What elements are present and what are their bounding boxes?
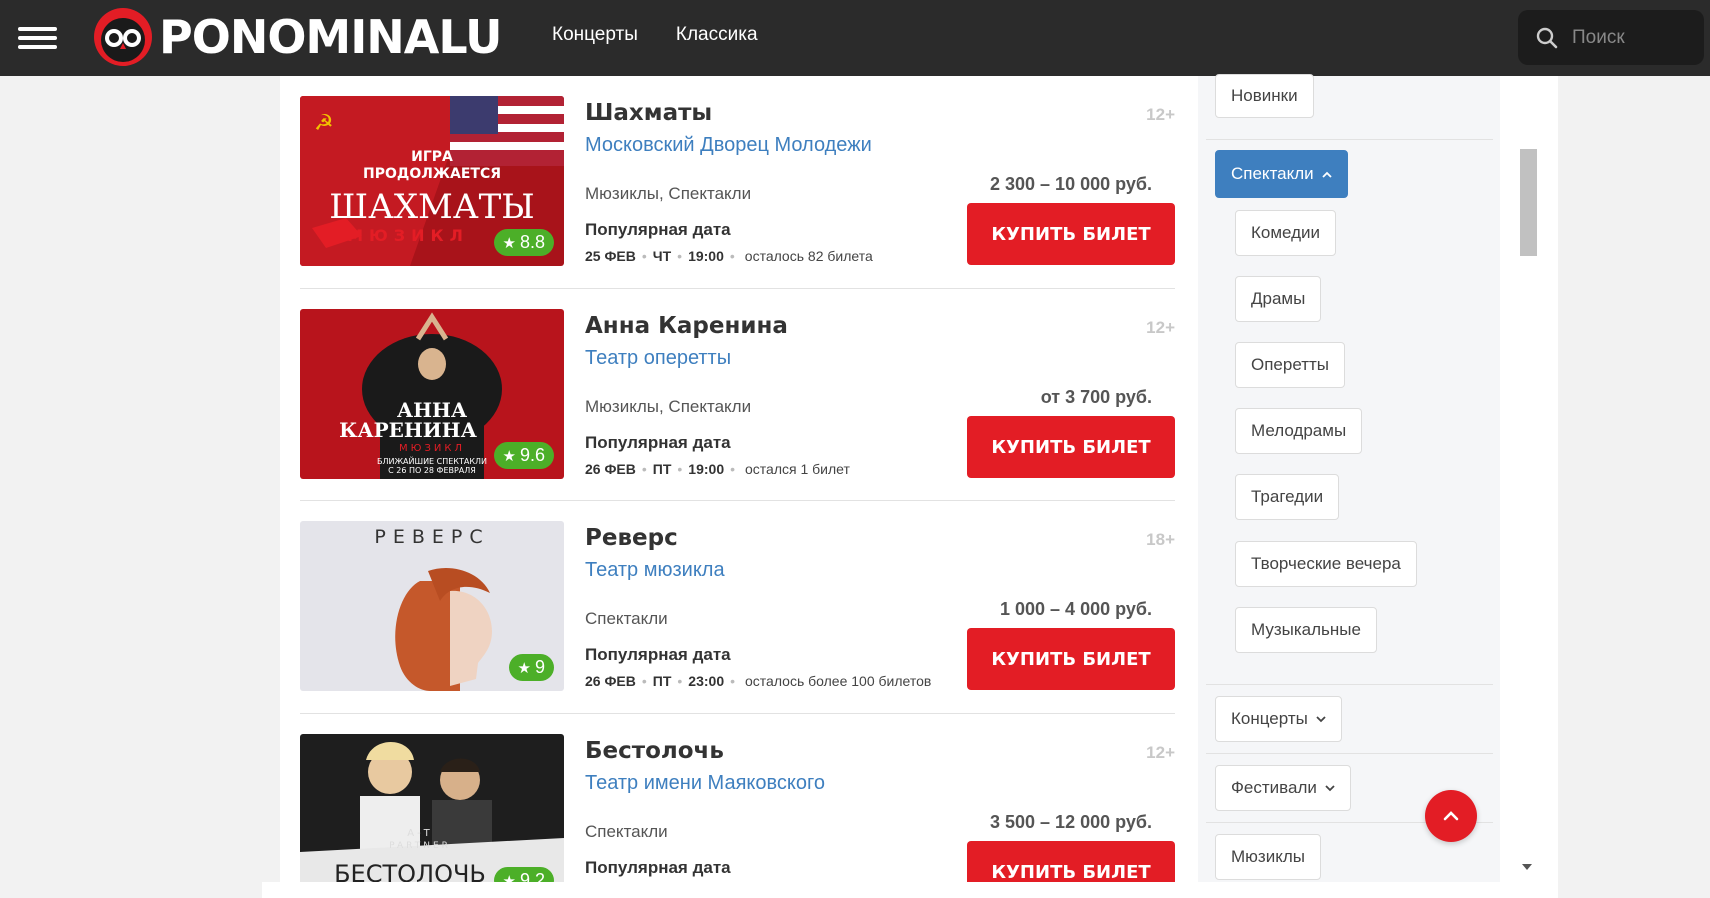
svg-text:ИГРА: ИГРА: [411, 149, 453, 165]
nav-concerts[interactable]: Концерты: [552, 24, 638, 46]
svg-text:ШАХМАТЫ: ШАХМАТЫ: [329, 187, 534, 227]
event-title[interactable]: Реверс: [585, 525, 678, 551]
popular-date-label: Популярная дата: [585, 645, 731, 664]
event-poster[interactable]: РЕВЕРС ★ 9: [300, 521, 564, 691]
event-poster[interactable]: А-Т PARTNER БЕСТОЛОЧЬ ★ 9.2: [300, 734, 564, 898]
filter-concerts[interactable]: Концерты: [1215, 696, 1342, 742]
age-rating: 18+: [1146, 530, 1175, 549]
chevron-up-icon: [1322, 171, 1332, 178]
chevron-down-icon: [1325, 784, 1335, 791]
rating-badge: ★ 9: [508, 654, 554, 681]
rating-badge: ★ 8.8: [493, 229, 554, 256]
filter-operettas[interactable]: Оперетты: [1235, 342, 1346, 388]
event-date-line: 26 ФЕВ • ПТ • 23:00 • осталось более 100 билет…: [585, 673, 932, 689]
divider: [1206, 753, 1493, 754]
divider: [300, 713, 1175, 714]
rating-badge: ★ 9.6: [493, 442, 554, 469]
filter-musicals[interactable]: Мюзиклы: [1215, 834, 1321, 880]
page-bottom-strip: [262, 882, 1538, 898]
chevron-down-icon: [1316, 715, 1326, 722]
svg-text:МЮЗИКЛ: МЮЗИКЛ: [347, 226, 469, 245]
event-venue-link[interactable]: Московский Дворец Молодежи: [585, 134, 872, 157]
filter-tragedies[interactable]: Трагедии: [1235, 474, 1340, 520]
event-title[interactable]: Шахматы: [585, 100, 712, 126]
category-sidebar: Новинки Спектакли Комедии Драмы Оперетты…: [1198, 74, 1500, 898]
logo[interactable]: PONOMINALU: [93, 6, 502, 68]
filter-comedies[interactable]: Комедии: [1235, 210, 1337, 256]
search-input[interactable]: [1572, 26, 1692, 49]
event-price: 2 300 – 10 000 руб.: [990, 174, 1152, 194]
divider: [300, 288, 1175, 289]
event-card: РЕВЕРС ★ 9 Реверс Театр мюзикла 18+ Спект…: [300, 521, 1175, 711]
scrollbar-thumb[interactable]: [1520, 149, 1537, 256]
svg-text:А-Т: А-Т: [407, 828, 433, 839]
star-icon: ★: [517, 659, 531, 677]
event-date-line: 26 ФЕВ • ПТ • 19:00 • остался 1 билет: [585, 461, 850, 477]
event-price: 1 000 – 4 000 руб.: [1000, 599, 1152, 619]
event-title[interactable]: Бестолочь: [585, 738, 724, 764]
age-rating: 12+: [1146, 105, 1175, 124]
svg-text:КАРЕНИНА: КАРЕНИНА: [339, 418, 477, 442]
event-poster[interactable]: АННА КАРЕНИНА МЮЗИКЛ БЛИЖАЙШИЕ СПЕКТАКЛИ…: [300, 309, 564, 479]
nav-classics[interactable]: Классика: [676, 24, 758, 46]
svg-text:PARTNER: PARTNER: [389, 841, 451, 851]
svg-text:БЛИЖАЙШИЕ СПЕКТАКЛИ: БЛИЖАЙШИЕ СПЕКТАКЛИ: [377, 455, 487, 466]
owl-logo-icon: [94, 8, 152, 66]
event-categories: Мюзиклы, Спектакли: [585, 184, 752, 203]
search-box[interactable]: [1518, 10, 1704, 65]
event-venue-link[interactable]: Театр мюзикла: [585, 559, 725, 582]
age-rating: 12+: [1146, 743, 1175, 762]
chevron-up-icon: [1443, 811, 1459, 821]
filter-dramas[interactable]: Драмы: [1235, 276, 1322, 322]
star-icon: ★: [502, 447, 516, 465]
event-venue-link[interactable]: Театр оперетты: [585, 347, 731, 370]
buy-ticket-button[interactable]: КУПИТЬ БИЛЕТ: [967, 416, 1175, 478]
svg-text:РЕВЕРС: РЕВЕРС: [374, 526, 489, 548]
event-poster[interactable]: ☭ ИГРА ПРОДОЛЖАЕТСЯ ШАХМАТЫ МЮЗИКЛ ★ 8.8: [300, 96, 564, 266]
filter-melodramas[interactable]: Мелодрамы: [1235, 408, 1363, 454]
top-header: PONOMINALU Концерты Классика: [0, 0, 1710, 76]
event-venue-link[interactable]: Театр имени Маяковского: [585, 772, 825, 795]
divider: [1206, 684, 1493, 685]
scroll-to-top-button[interactable]: [1425, 790, 1477, 842]
popular-date-label: Популярная дата: [585, 858, 731, 877]
star-icon: ★: [502, 234, 516, 252]
event-date-line: 25 ФЕВ • ЧТ • 19:00 • осталось 82 билета: [585, 248, 873, 264]
search-icon: [1536, 27, 1558, 48]
svg-text:С 26 ПО 28 ФЕВРАЛЯ: С 26 ПО 28 ФЕВРАЛЯ: [388, 466, 476, 475]
svg-text:МЮЗИКЛ: МЮЗИКЛ: [399, 443, 465, 454]
event-categories: Мюзиклы, Спектакли: [585, 397, 752, 416]
age-rating: 12+: [1146, 318, 1175, 337]
filter-novelties[interactable]: Новинки: [1215, 74, 1314, 118]
popular-date-label: Популярная дата: [585, 220, 731, 239]
menu-icon[interactable]: [18, 27, 57, 49]
svg-text:☭: ☭: [314, 111, 334, 136]
event-categories: Спектакли: [585, 609, 668, 628]
event-list: ☭ ИГРА ПРОДОЛЖАЕТСЯ ШАХМАТЫ МЮЗИКЛ ★ 8.8 …: [280, 76, 1198, 898]
event-categories: Спектакли: [585, 822, 668, 841]
event-card: ☭ ИГРА ПРОДОЛЖАЕТСЯ ШАХМАТЫ МЮЗИКЛ ★ 8.8 …: [300, 96, 1175, 286]
event-price: от 3 700 руб.: [1040, 387, 1152, 407]
event-card: А-Т PARTNER БЕСТОЛОЧЬ ★ 9.2 Бестолочь Теа…: [300, 734, 1175, 898]
logo-text: PONOMINALU: [159, 10, 502, 64]
filter-performances[interactable]: Спектакли: [1215, 150, 1348, 198]
svg-text:ПРОДОЛЖАЕТСЯ: ПРОДОЛЖАЕТСЯ: [363, 166, 501, 182]
divider: [1206, 139, 1493, 140]
scroll-down-arrow-icon[interactable]: [1522, 864, 1532, 870]
buy-ticket-button[interactable]: КУПИТЬ БИЛЕТ: [967, 203, 1175, 265]
divider: [300, 500, 1175, 501]
filter-festivals[interactable]: Фестивали: [1215, 765, 1351, 811]
buy-ticket-button[interactable]: КУПИТЬ БИЛЕТ: [967, 628, 1175, 690]
popular-date-label: Популярная дата: [585, 433, 731, 452]
event-price: 3 500 – 12 000 руб.: [990, 812, 1152, 832]
event-card: АННА КАРЕНИНА МЮЗИКЛ БЛИЖАЙШИЕ СПЕКТАКЛИ…: [300, 309, 1175, 499]
filter-creative-evenings[interactable]: Творческие вечера: [1235, 541, 1417, 587]
filter-musical[interactable]: Музыкальные: [1235, 607, 1377, 653]
top-nav: Концерты Классика: [552, 24, 758, 46]
event-title[interactable]: Анна Каренина: [585, 313, 788, 339]
